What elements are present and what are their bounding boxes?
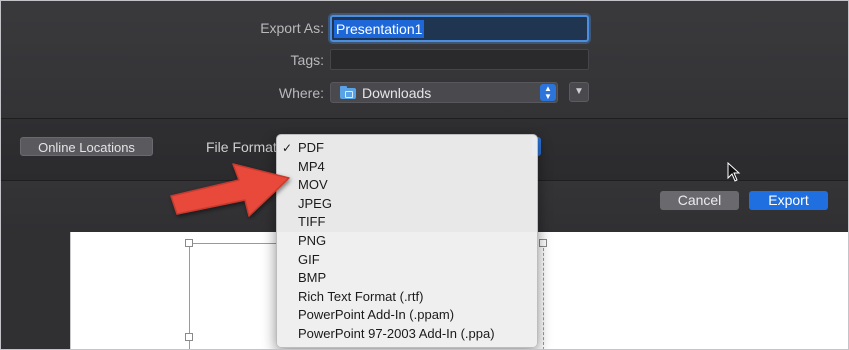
menu-item-mp4[interactable]: MP4 [277, 158, 537, 177]
resize-handle[interactable] [539, 239, 547, 247]
export-as-label: Export As: [260, 20, 324, 36]
menu-item-ppa[interactable]: PowerPoint 97-2003 Add-In (.ppa) [277, 325, 537, 344]
resize-handle[interactable] [185, 239, 193, 247]
menu-item-bmp[interactable]: BMP [277, 269, 537, 288]
menu-item-rtf[interactable]: Rich Text Format (.rtf) [277, 288, 537, 307]
tags-label: Tags: [290, 52, 324, 68]
export-button[interactable]: Export [749, 191, 828, 210]
online-locations-button[interactable]: Online Locations [20, 137, 153, 156]
menu-item-mov[interactable]: MOV [277, 176, 537, 195]
export-as-value: Presentation1 [334, 20, 425, 38]
placeholder-border [543, 243, 544, 350]
where-label: Where: [278, 85, 324, 101]
popup-stepper-icon: ▲ ▼ [540, 84, 556, 101]
chevron-down-icon: ▼ [574, 86, 584, 97]
folder-icon [340, 86, 356, 99]
selection-border-top [189, 243, 279, 244]
menu-item-tiff[interactable]: TIFF [277, 213, 537, 232]
cancel-button[interactable]: Cancel [660, 191, 739, 210]
menu-item-pdf[interactable]: ✓ PDF [277, 139, 537, 158]
tags-field[interactable] [330, 49, 589, 70]
menu-item-gif[interactable]: GIF [277, 251, 537, 270]
red-arrow-icon [170, 163, 290, 217]
export-as-field[interactable]: Presentation1 [330, 15, 589, 42]
file-format-menu: ✓ PDF MP4 MOV JPEG TIFF PNG GIF BMP Rich … [276, 134, 538, 348]
where-popup[interactable]: Downloads ▲ ▼ [330, 82, 558, 103]
menu-item-jpeg[interactable]: JPEG [277, 195, 537, 214]
where-value: Downloads [362, 85, 432, 101]
expand-dialog-button[interactable]: ▼ [569, 82, 589, 102]
slide-thumbnail-pane [0, 232, 70, 350]
menu-item-ppam[interactable]: PowerPoint Add-In (.ppam) [277, 306, 537, 325]
menu-item-png[interactable]: PNG [277, 232, 537, 251]
mouse-cursor-icon [727, 162, 741, 182]
resize-handle[interactable] [185, 333, 193, 341]
